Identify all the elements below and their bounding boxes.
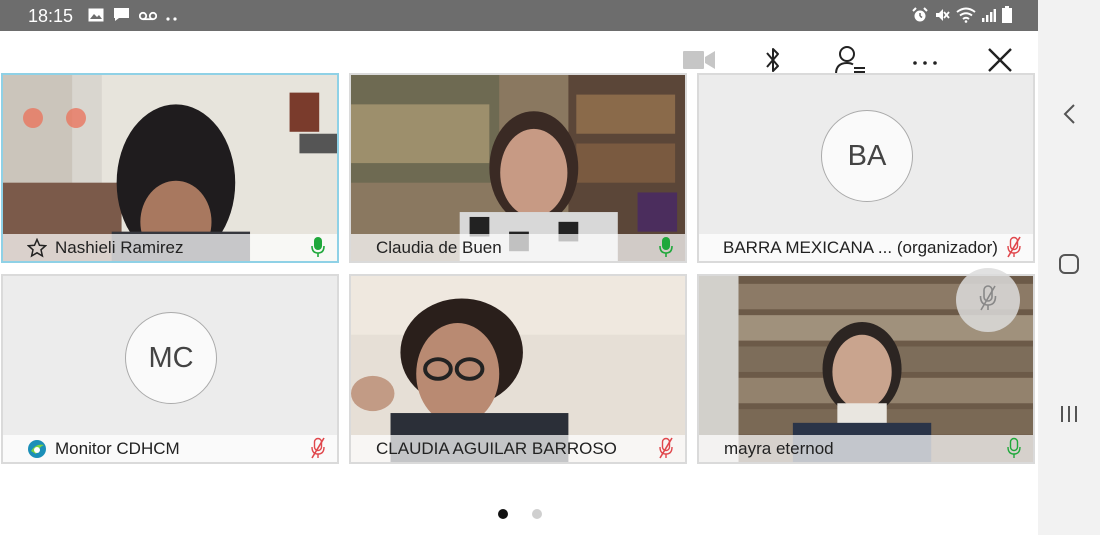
back-icon xyxy=(1062,103,1076,130)
mute-icon xyxy=(934,7,950,28)
participant-name: Monitor CDHCM xyxy=(55,438,180,458)
participant-name: Claudia de Buen xyxy=(376,237,502,257)
avatar-initials: MC xyxy=(148,341,194,374)
more-notifications-icon xyxy=(166,8,178,26)
participant-tile-barra-mexicana[interactable]: BA BARRA MEXICANA ... (organizador) xyxy=(697,73,1035,263)
participant-tile-claudia-de-buen[interactable]: Claudia de Buen xyxy=(349,73,687,263)
mic-muted-icon xyxy=(311,437,325,459)
mic-on-icon xyxy=(1007,437,1021,459)
mic-muted-icon xyxy=(659,437,673,459)
page-dot-active[interactable] xyxy=(498,509,508,519)
participant-caption: mayra eternod xyxy=(699,435,1033,462)
participant-caption: Monitor CDHCM xyxy=(3,435,337,462)
avatar-initials: BA xyxy=(847,139,887,172)
mic-muted-icon xyxy=(1007,236,1021,258)
participant-name: mayra eternod xyxy=(724,438,834,458)
message-icon xyxy=(113,7,130,27)
avatar: MC xyxy=(125,312,217,404)
battery-icon xyxy=(1002,6,1012,28)
participant-tile-claudia-aguilar[interactable]: CLAUDIA AGUILAR BARROSO xyxy=(349,274,687,464)
page-dot[interactable] xyxy=(532,509,542,519)
app-logo-icon xyxy=(27,439,47,459)
participant-name: BARRA MEXICANA ... (organizador) xyxy=(723,237,998,257)
recording-indicator xyxy=(23,108,43,128)
home-button[interactable] xyxy=(1056,253,1082,279)
mic-muted-icon xyxy=(979,284,997,317)
mic-on-icon xyxy=(659,236,673,258)
participant-tile-monitor-cdhcm[interactable]: MC Monitor CDHCM xyxy=(1,274,339,464)
star-icon xyxy=(27,237,47,258)
participant-name: Nashieli Ramirez xyxy=(55,237,184,257)
back-button[interactable] xyxy=(1056,103,1082,129)
avatar: BA xyxy=(821,110,913,202)
status-bar: 18:15 xyxy=(0,0,1038,31)
recent-apps-icon xyxy=(1059,404,1079,429)
wifi-icon xyxy=(956,7,976,28)
mic-on-icon xyxy=(311,236,325,258)
home-icon xyxy=(1058,253,1080,280)
participant-caption: Nashieli Ramirez xyxy=(3,234,337,261)
recording-indicator xyxy=(66,108,86,128)
voicemail-icon xyxy=(138,8,158,26)
participant-caption: CLAUDIA AGUILAR BARROSO xyxy=(351,435,685,462)
participant-caption: BARRA MEXICANA ... (organizador) xyxy=(699,234,1033,261)
recent-apps-button[interactable] xyxy=(1056,403,1082,429)
signal-icon xyxy=(982,8,996,27)
video-camera-icon xyxy=(682,49,716,76)
status-time: 18:15 xyxy=(28,6,74,26)
participant-tile-nashieli[interactable]: Nashieli Ramirez xyxy=(1,73,339,263)
page-indicator xyxy=(498,509,542,519)
mute-toggle-button[interactable] xyxy=(956,268,1020,332)
alarm-icon xyxy=(912,6,928,28)
participant-name: CLAUDIA AGUILAR BARROSO xyxy=(376,438,617,458)
image-icon xyxy=(88,8,104,27)
more-icon xyxy=(912,53,938,71)
navigation-bar xyxy=(1038,0,1100,535)
participant-caption: Claudia de Buen xyxy=(351,234,685,261)
